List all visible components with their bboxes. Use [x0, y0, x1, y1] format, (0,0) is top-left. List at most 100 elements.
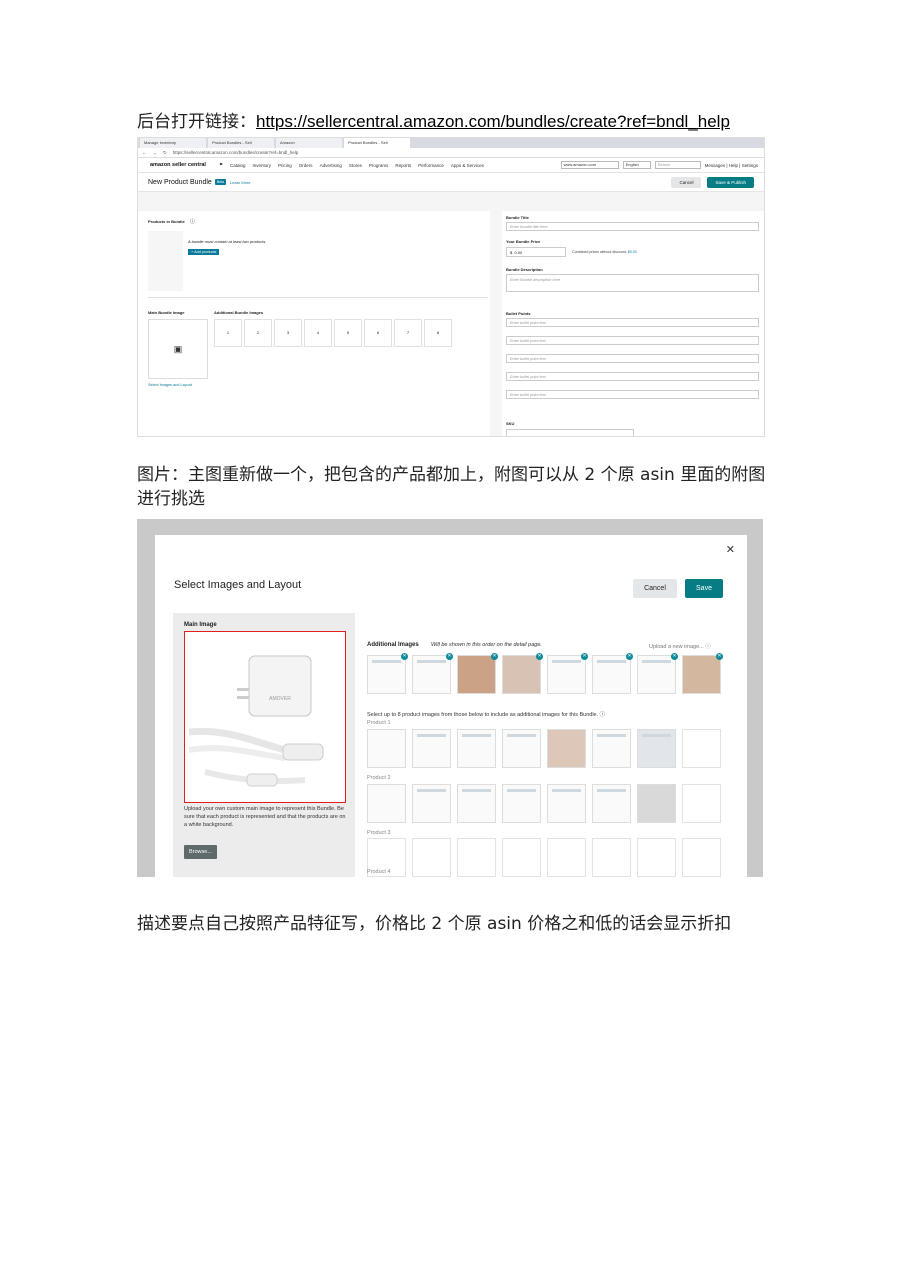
remove-icon[interactable]: ✕	[581, 653, 588, 660]
image-slot[interactable]: 4	[304, 319, 332, 347]
remove-icon[interactable]: ✕	[536, 653, 543, 660]
image-slot[interactable]: 8	[424, 319, 452, 347]
nav-item[interactable]: Pricing	[278, 163, 292, 168]
language-select[interactable]: English	[622, 161, 651, 169]
nav-item[interactable]: Performance	[418, 163, 444, 168]
nav-item[interactable]: Catalog	[230, 163, 246, 168]
price-input[interactable]: $ 0.00	[506, 247, 566, 257]
product-image[interactable]	[457, 784, 496, 823]
product-image[interactable]	[457, 729, 496, 768]
image-slot[interactable]: 7	[394, 319, 422, 347]
remove-icon[interactable]: ✕	[671, 653, 678, 660]
upload-link-text[interactable]: Upload a new image...	[649, 644, 704, 650]
cancel-button[interactable]: Cancel	[671, 176, 702, 188]
main-image-slot[interactable]: ▣	[148, 319, 208, 379]
nav-item[interactable]: Apps & Services	[451, 163, 484, 168]
remove-icon[interactable]: ✕	[446, 653, 453, 660]
bullet-point-input[interactable]: Enter bullet point text	[506, 336, 759, 345]
image-slot[interactable]: 1	[214, 319, 242, 347]
remove-icon[interactable]: ✕	[626, 653, 633, 660]
intro-paragraph: 后台打开链接：https://sellercentral.amazon.com/…	[137, 110, 730, 134]
image-slot[interactable]: 3	[274, 319, 302, 347]
selected-image[interactable]: ✕	[682, 653, 723, 694]
selected-image[interactable]: ✕	[637, 653, 678, 694]
nav-item[interactable]: Programs	[369, 163, 389, 168]
remove-icon[interactable]: ✕	[401, 653, 408, 660]
flag-icon[interactable]: ⚑	[219, 162, 223, 168]
selected-image[interactable]: ✕	[592, 653, 633, 694]
browser-tab[interactable]: Manage Inventory	[140, 138, 206, 148]
seller-central-logo[interactable]: amazon seller central	[150, 162, 206, 168]
selected-image[interactable]: ✕	[502, 653, 543, 694]
browse-button[interactable]: Browse...	[184, 845, 217, 859]
save-publish-button[interactable]: Save & Publish	[707, 176, 754, 188]
select-note-text: Select up to 8 product images from those…	[367, 712, 599, 718]
search-input[interactable]: Search	[654, 161, 701, 169]
browser-tab[interactable]: Product Bundles - Sell	[208, 138, 274, 148]
sku-input[interactable]	[506, 429, 634, 436]
selected-image[interactable]: ✕	[457, 653, 498, 694]
selected-image[interactable]: ✕	[412, 653, 453, 694]
product-image[interactable]	[637, 729, 676, 768]
upload-new-image-link[interactable]: Upload a new image... ⓘ	[649, 642, 711, 650]
image-slot[interactable]: 6	[364, 319, 392, 347]
bullet-points-label: Bullet Points	[506, 311, 531, 316]
nav-item[interactable]: Orders	[299, 163, 313, 168]
bullet-point-input[interactable]: Enter bullet point text	[506, 390, 759, 399]
bundle-title-input[interactable]: Enter Bundle title here	[506, 222, 759, 231]
product-image[interactable]	[412, 784, 451, 823]
empty-slot	[637, 838, 676, 877]
select-images-link[interactable]: Select Images and Layout	[148, 383, 192, 387]
close-icon[interactable]: ✕	[726, 543, 735, 556]
bundle-right-panel: Bundle Title Enter Bundle title here You…	[502, 211, 764, 436]
browser-tab[interactable]: Amazon	[276, 138, 342, 148]
marketplace-select[interactable]: www.amazon.com	[560, 161, 619, 169]
selected-image[interactable]: ✕	[367, 653, 408, 694]
remove-icon[interactable]: ✕	[491, 653, 498, 660]
product-image[interactable]	[547, 784, 586, 823]
address-bar[interactable]: ← → ↻ https://sellercentral.amazon.com/b…	[138, 148, 764, 158]
product-image[interactable]	[502, 729, 541, 768]
forward-icon[interactable]: →	[153, 150, 158, 155]
info-icon[interactable]: ⓘ	[600, 712, 606, 718]
product-image[interactable]	[637, 784, 676, 823]
product-image[interactable]	[592, 729, 631, 768]
main-image-preview[interactable]: AMOVER	[184, 631, 346, 803]
bullet-point-input[interactable]: Enter bullet point text	[506, 318, 759, 327]
bullet-point-input[interactable]: Enter bullet point text	[506, 354, 759, 363]
nav-item[interactable]: Inventory	[253, 163, 272, 168]
product-image[interactable]	[592, 784, 631, 823]
reload-icon[interactable]: ↻	[163, 150, 167, 156]
selected-image[interactable]: ✕	[547, 653, 588, 694]
sku-label: SKU	[506, 421, 515, 426]
bundle-description-input[interactable]: Enter Bundle description here	[506, 274, 759, 292]
main-image-label: Main Image	[184, 622, 217, 628]
nav-item[interactable]: Advertising	[320, 163, 342, 168]
info-icon[interactable]: ⓘ	[190, 218, 195, 225]
bullet-point-input[interactable]: Enter bullet point text	[506, 372, 759, 381]
bundle-create-link[interactable]: https://sellercentral.amazon.com/bundles…	[256, 112, 730, 131]
modal-cancel-button[interactable]: Cancel	[633, 579, 677, 598]
learn-more-link[interactable]: Learn More	[230, 180, 250, 185]
charger-image: AMOVER	[188, 655, 324, 787]
modal-save-button[interactable]: Save	[685, 579, 723, 598]
empty-slot	[502, 838, 541, 877]
info-icon[interactable]: ⓘ	[705, 644, 711, 650]
remove-icon[interactable]: ✕	[716, 653, 723, 660]
image-slot[interactable]: 2	[244, 319, 272, 347]
browser-tab-active[interactable]: Product Bundles - Sell	[344, 138, 410, 148]
product-image[interactable]	[367, 729, 406, 768]
image-slot[interactable]: 5	[334, 319, 362, 347]
modal-title: Select Images and Layout	[174, 579, 302, 591]
main-image-panel: Main Image AMOVER Upload your own custom…	[173, 613, 355, 877]
url-text[interactable]: https://sellercentral.amazon.com/bundles…	[173, 150, 298, 155]
back-icon[interactable]: ←	[142, 150, 147, 155]
product-image[interactable]	[502, 784, 541, 823]
product-image[interactable]	[412, 729, 451, 768]
nav-item[interactable]: Reports	[395, 163, 411, 168]
product-image[interactable]	[547, 729, 586, 768]
product-image[interactable]	[367, 784, 406, 823]
nav-item[interactable]: Stores	[349, 163, 362, 168]
add-products-button[interactable]: + Add products	[188, 249, 220, 255]
header-links[interactable]: Messages | Help | Settings	[705, 163, 758, 168]
